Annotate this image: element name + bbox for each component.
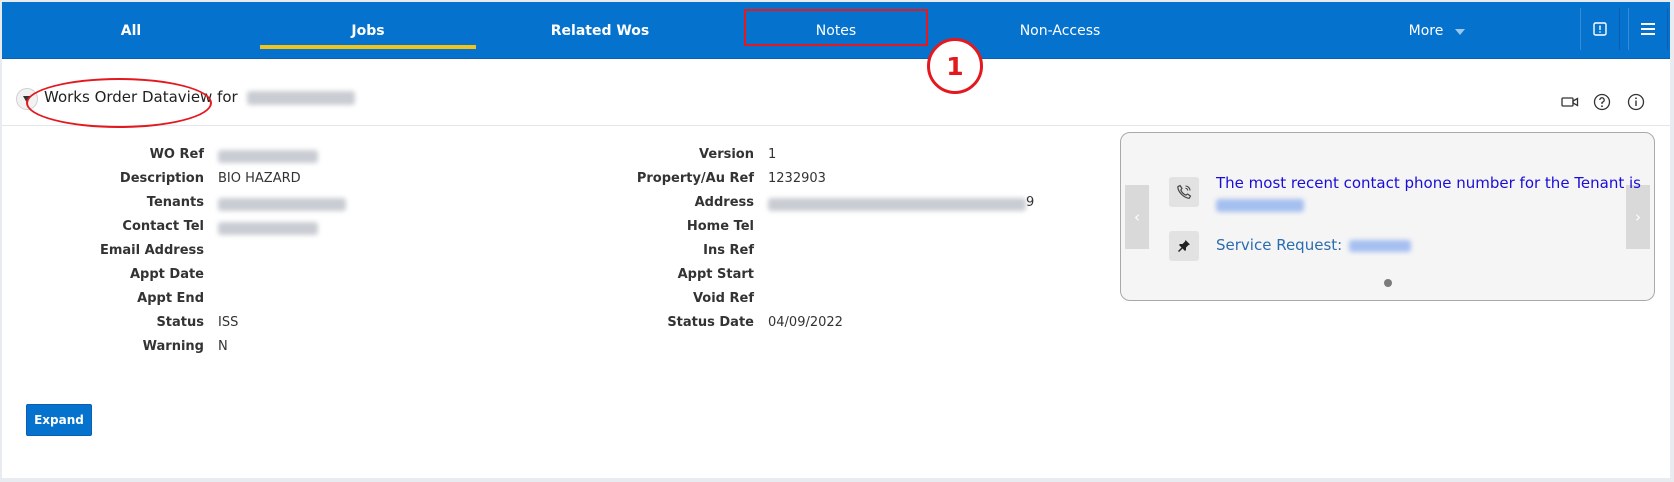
- field-value-version: 1: [768, 147, 777, 162]
- tab-all[interactable]: All: [2, 2, 260, 59]
- carousel-page-indicator[interactable]: [1384, 279, 1392, 287]
- service-request-number-redacted: [1348, 239, 1411, 252]
- tenant-info-carousel: ‹ › The most recent contact phone number…: [1120, 132, 1655, 301]
- pushpin-icon: [1178, 240, 1190, 252]
- field-value-property-au-ref: 1232903: [768, 171, 826, 186]
- field-label-wo-ref: WO Ref: [149, 147, 204, 162]
- tab-non-access[interactable]: Non-Access: [962, 2, 1158, 59]
- field-label-appt-start: Appt Start: [677, 267, 754, 282]
- annotation-ellipse: [26, 78, 212, 128]
- tab-all-label: All: [120, 22, 142, 39]
- field-value-wo-ref-redacted: [218, 150, 318, 163]
- field-label-address: Address: [694, 195, 754, 210]
- help-icon: [1593, 93, 1611, 111]
- field-value-description: BIO HAZARD: [218, 171, 301, 186]
- hamburger-menu-button[interactable]: [1628, 8, 1668, 50]
- field-label-warning: Warning: [142, 339, 204, 354]
- field-value-address-visible: 9: [1026, 195, 1035, 210]
- field-value-status: ISS: [218, 315, 239, 330]
- help-button[interactable]: [1592, 92, 1612, 112]
- alert-icon: [1593, 22, 1607, 36]
- field-label-appt-end: Appt End: [137, 291, 204, 306]
- pin-icon-box: [1169, 231, 1199, 261]
- service-request-label: Service Request:: [1216, 236, 1343, 254]
- chevron-down-icon: [1455, 28, 1466, 35]
- field-value-warning: N: [218, 339, 228, 354]
- info-icon: [1627, 93, 1645, 111]
- field-label-home-tel: Home Tel: [686, 219, 754, 234]
- chevron-left-icon: ‹: [1134, 208, 1140, 226]
- field-label-status: Status: [156, 315, 204, 330]
- video-camera-icon: [1561, 97, 1579, 107]
- field-label-version: Version: [699, 147, 754, 162]
- tab-jobs[interactable]: Jobs: [260, 2, 476, 59]
- more-menu-label: More: [1408, 22, 1444, 39]
- tenant-phone-number-redacted: [1216, 199, 1304, 212]
- hamburger-icon: [1641, 23, 1655, 35]
- tab-jobs-label: Jobs: [351, 22, 385, 39]
- active-tab-underline: [260, 45, 476, 49]
- tenant-phone-text: The most recent contact phone number for…: [1216, 174, 1641, 192]
- field-label-ins-ref: Ins Ref: [703, 243, 754, 258]
- field-label-property-au-ref: Property/Au Ref: [636, 171, 754, 186]
- tab-non-access-label: Non-Access: [1019, 22, 1101, 39]
- tab-related-wos[interactable]: Related Wos: [476, 2, 724, 59]
- redacted-wo-number: [246, 90, 355, 105]
- field-value-address-redacted: [768, 198, 1026, 211]
- field-value-contact-tel-redacted: [218, 222, 318, 235]
- field-label-description: Description: [119, 171, 204, 186]
- alert-button[interactable]: [1580, 8, 1620, 50]
- carousel-next-button[interactable]: ›: [1626, 185, 1650, 249]
- annotation-highlight-box: [744, 9, 928, 46]
- field-label-status-date: Status Date: [667, 315, 754, 330]
- phone-icon: [1177, 184, 1192, 199]
- expand-button[interactable]: Expand: [26, 404, 92, 436]
- info-button[interactable]: [1626, 92, 1646, 112]
- chevron-right-icon: ›: [1635, 208, 1641, 226]
- field-label-tenants: Tenants: [146, 195, 204, 210]
- field-label-email-address: Email Address: [99, 243, 204, 258]
- field-label-contact-tel: Contact Tel: [122, 219, 204, 234]
- expand-button-label: Expand: [34, 413, 84, 427]
- more-menu[interactable]: More: [1382, 2, 1492, 59]
- field-label-appt-date: Appt Date: [129, 267, 204, 282]
- carousel-prev-button[interactable]: ‹: [1125, 185, 1149, 249]
- field-value-tenants-redacted: [218, 198, 346, 211]
- tab-related-wos-label: Related Wos: [550, 22, 650, 39]
- page-frame: All Jobs Related Wos Notes Non-Access Mo…: [2, 2, 1670, 478]
- field-label-void-ref: Void Ref: [692, 291, 754, 306]
- field-value-status-date: 04/09/2022: [768, 315, 843, 330]
- phone-icon-box: [1169, 177, 1199, 207]
- video-button[interactable]: [1560, 92, 1580, 112]
- service-request-link[interactable]: Service Request:: [1216, 236, 1411, 254]
